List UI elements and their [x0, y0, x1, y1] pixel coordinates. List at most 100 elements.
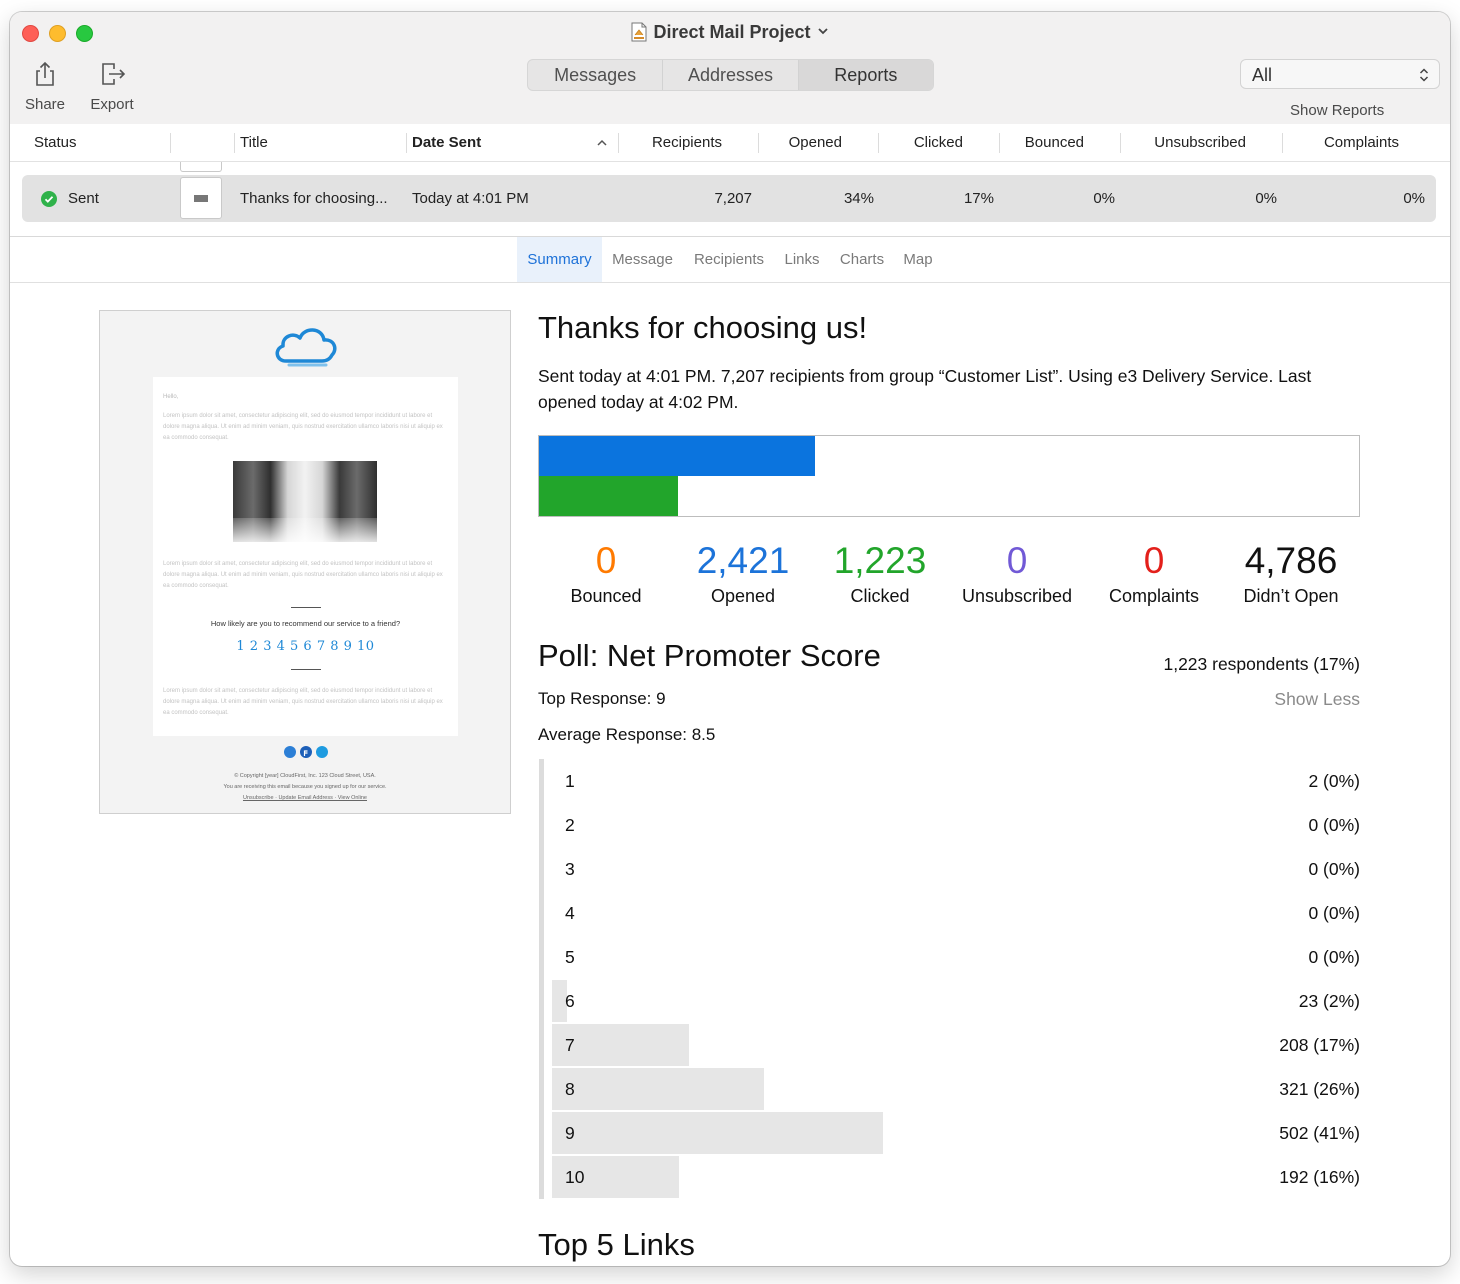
stat-unsubscribed[interactable]: 0 Unsubscribed [948, 537, 1086, 607]
poll-response-value: 502 (41%) [1279, 1123, 1360, 1143]
poll-respondents: 1,223 respondents (17%) [1163, 654, 1360, 674]
stat-label: Opened [710, 586, 776, 606]
summary-title: Thanks for choosing us! [538, 310, 868, 345]
poll-response-value: 208 (17%) [1279, 1035, 1360, 1055]
poll-response-list: 1 2 (0%) 2 0 (0%) 3 0 (0%) 4 0 (0%) 5 0 (0%) 6 23 (… [539, 759, 1365, 1199]
export-button[interactable]: Export [84, 60, 140, 113]
poll-response-label: 10 [565, 1167, 585, 1187]
opened-bar [539, 436, 815, 476]
tab-messages[interactable]: Messages [528, 60, 664, 90]
column-status[interactable]: Status [34, 124, 77, 162]
tab-addresses[interactable]: Addresses [663, 60, 799, 90]
poll-response-bar [552, 1112, 883, 1154]
stat-value: 4,786 [1244, 540, 1338, 581]
window-title[interactable]: Direct Mail Project [10, 20, 1450, 44]
poll-response-value: 23 (2%) [1298, 991, 1360, 1011]
row-bounced: 0% [1093, 190, 1115, 207]
tab-map[interactable]: Map [898, 237, 938, 282]
updown-chevron-icon [1419, 68, 1429, 82]
poll-response-label: 6 [565, 991, 575, 1011]
poll-response-row: 2 0 (0%) [552, 803, 1360, 847]
email-photo [233, 461, 377, 542]
tab-charts[interactable]: Charts [832, 237, 892, 282]
stat-didnt-open[interactable]: 4,786 Didn’t Open [1222, 537, 1360, 607]
message-thumbnail [180, 177, 222, 219]
column-recipients[interactable]: Recipients [624, 124, 722, 162]
message-preview[interactable]: Hello, Lorem ipsum dolor sit amet, conse… [99, 310, 511, 814]
poll-response-label: 2 [565, 815, 575, 835]
poll-response-value: 0 (0%) [1308, 903, 1360, 923]
poll-response-label: 9 [565, 1123, 575, 1143]
email-body-card: Hello, Lorem ipsum dolor sit amet, conse… [153, 377, 458, 736]
view-segmented-control: Messages Addresses Reports [527, 59, 934, 91]
column-bounced[interactable]: Bounced [1005, 124, 1084, 162]
social-icons [284, 746, 328, 758]
share-button[interactable]: Share [22, 60, 68, 113]
poll-title: Poll: Net Promoter Score [538, 638, 881, 673]
stat-label: Unsubscribed [961, 586, 1073, 606]
column-complaints[interactable]: Complaints [1288, 124, 1399, 162]
table-row[interactable]: Sent Thanks for choosing... Today at 4:0… [22, 175, 1436, 222]
column-clicked[interactable]: Clicked [884, 124, 963, 162]
poll-response-row: 5 0 (0%) [552, 935, 1360, 979]
top-links-title: Top 5 Links [538, 1227, 695, 1262]
stat-label: Clicked [850, 586, 910, 606]
summary-description: Sent today at 4:01 PM. 7,207 recipients … [538, 366, 1312, 412]
stat-complaints[interactable]: 0 Complaints [1085, 537, 1223, 607]
row-opened: 34% [843, 190, 874, 207]
tab-message[interactable]: Message [606, 237, 679, 282]
poll-response-value: 0 (0%) [1308, 947, 1360, 967]
chevron-down-icon [817, 28, 828, 35]
tab-summary[interactable]: Summary [517, 237, 602, 282]
poll-response-label: 8 [565, 1079, 575, 1099]
poll-response-row: 10 192 (16%) [552, 1155, 1360, 1199]
share-label: Share [24, 96, 66, 113]
poll-response-value: 2 (0%) [1308, 771, 1360, 791]
poll-top-response: Top Response: 9 [538, 689, 666, 708]
email-footer: © Copyright [year] CloudFirst, Inc. 123 … [100, 771, 510, 804]
tab-links[interactable]: Links [778, 237, 826, 282]
app-window: Direct Mail Project Share Export Message… [10, 12, 1450, 1266]
row-unsubscribed: 0% [1255, 190, 1277, 207]
email-paragraph: Lorem ipsum dolor sit amet, consectetur … [163, 688, 443, 716]
detail-tabs: Summary Message Recipients Links Charts … [10, 237, 1450, 283]
checkmark-circle-icon [41, 191, 57, 207]
row-recipients: 7,207 [714, 190, 752, 207]
message-thumbnail-previous [180, 162, 222, 172]
column-title[interactable]: Title [240, 124, 268, 162]
stat-value: 0 [1143, 540, 1165, 581]
table-body: Sent Thanks for choosing... Today at 4:0… [10, 162, 1450, 237]
tab-recipients[interactable]: Recipients [686, 237, 772, 282]
column-unsubscribed[interactable]: Unsubscribed [1126, 124, 1246, 162]
stat-clicked[interactable]: 1,223 Clicked [811, 537, 949, 607]
email-paragraph: Lorem ipsum dolor sit amet, consectetur … [163, 561, 443, 589]
engagement-bar-chart [538, 435, 1360, 517]
column-date-sent[interactable]: Date Sent [412, 124, 481, 162]
stat-value: 0 [1006, 540, 1028, 581]
stat-label: Bounced [570, 586, 642, 606]
show-less-button[interactable]: Show Less [1274, 689, 1360, 710]
tab-reports[interactable]: Reports [798, 60, 933, 90]
filter-value: All [1252, 65, 1273, 85]
stat-label: Didn’t Open [1243, 586, 1339, 606]
poll-response-label: 5 [565, 947, 575, 967]
stat-bounced[interactable]: 0 Bounced [537, 537, 675, 607]
share-icon [36, 61, 54, 86]
clicked-bar [539, 476, 678, 516]
row-clicked: 17% [963, 190, 994, 207]
window-title-text: Direct Mail Project [653, 22, 811, 42]
row-title: Thanks for choosing... [240, 190, 388, 207]
stat-opened[interactable]: 2,421 Opened [674, 537, 812, 607]
stat-label: Complaints [1108, 586, 1200, 606]
stat-value: 1,223 [833, 540, 927, 581]
stat-value: 2,421 [696, 540, 790, 581]
poll-response-row: 1 2 (0%) [552, 759, 1360, 803]
poll-response-label: 7 [565, 1035, 575, 1055]
column-opened[interactable]: Opened [764, 124, 842, 162]
poll-response-label: 1 [565, 771, 575, 791]
poll-response-value: 192 (16%) [1279, 1167, 1360, 1187]
sort-ascending-icon[interactable] [596, 137, 608, 149]
email-footer-notice: You are receiving this email because you… [223, 784, 387, 790]
filter-popup[interactable]: All [1240, 59, 1440, 89]
stat-value: 0 [595, 540, 617, 581]
